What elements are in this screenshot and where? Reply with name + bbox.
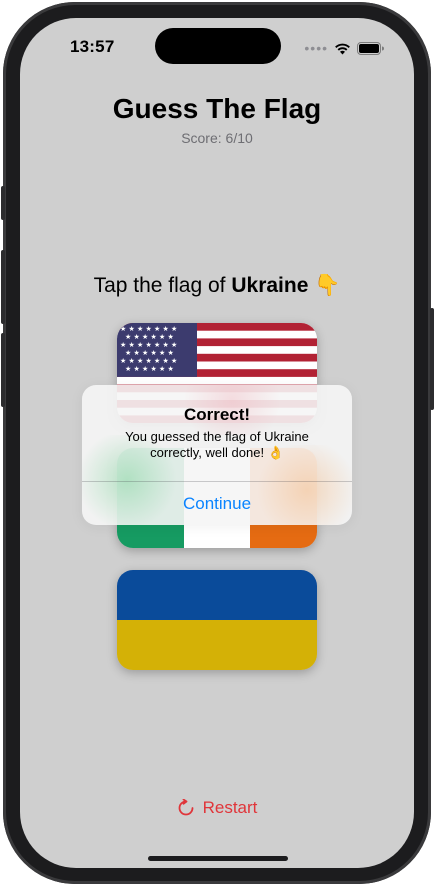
svg-text:★ ★ ★ ★ ★ ★: ★ ★ ★ ★ ★ ★ [125,349,174,357]
signal-icon: •••• [304,40,328,56]
app-screen: 13:57 •••• Guess The Flag Score: 6/10 Ta… [20,18,414,868]
svg-text:★ ★ ★ ★ ★ ★: ★ ★ ★ ★ ★ ★ [125,365,174,373]
prompt-prefix: Tap the flag of [93,274,226,297]
wifi-icon [335,43,350,54]
page-title: Guess The Flag [112,93,322,124]
restart-button[interactable]: Restart [20,798,414,818]
home-indicator[interactable] [148,856,288,861]
result-alert: Correct! You guessed the flag of Ukraine… [82,385,352,525]
side-button-action [1,186,5,220]
alert-message: You guessed the flag of Ukraine correctl… [125,429,309,460]
status-icons: •••• [304,40,384,56]
side-button-volume-up [1,250,5,324]
svg-text:★ ★ ★ ★ ★ ★: ★ ★ ★ ★ ★ ★ [125,333,174,341]
svg-text:★ ★ ★ ★ ★ ★ ★: ★ ★ ★ ★ ★ ★ ★ [120,357,177,365]
battery-icon [357,41,384,55]
side-button-power [430,308,434,410]
continue-button[interactable]: Continue [82,482,352,525]
pointing-down-emoji: 👇 [314,274,341,297]
restart-icon [178,799,193,816]
restart-label: Restart [202,798,258,817]
svg-text:★ ★ ★ ★ ★ ★ ★: ★ ★ ★ ★ ★ ★ ★ [120,341,177,349]
flag-button-ukraine[interactable] [117,570,317,670]
status-time: 13:57 [70,37,115,56]
ukraine-flag-image [117,570,317,670]
dynamic-island [155,28,281,64]
svg-text:★ ★ ★ ★ ★ ★ ★: ★ ★ ★ ★ ★ ★ ★ [120,325,177,333]
alert-title: Correct! [183,405,251,424]
side-button-volume-down [1,333,5,407]
score-label: Score: 6/10 [181,130,253,146]
prompt-country: Ukraine [231,274,309,297]
question-prompt: Tap the flag of Ukraine 👇 [20,274,414,298]
